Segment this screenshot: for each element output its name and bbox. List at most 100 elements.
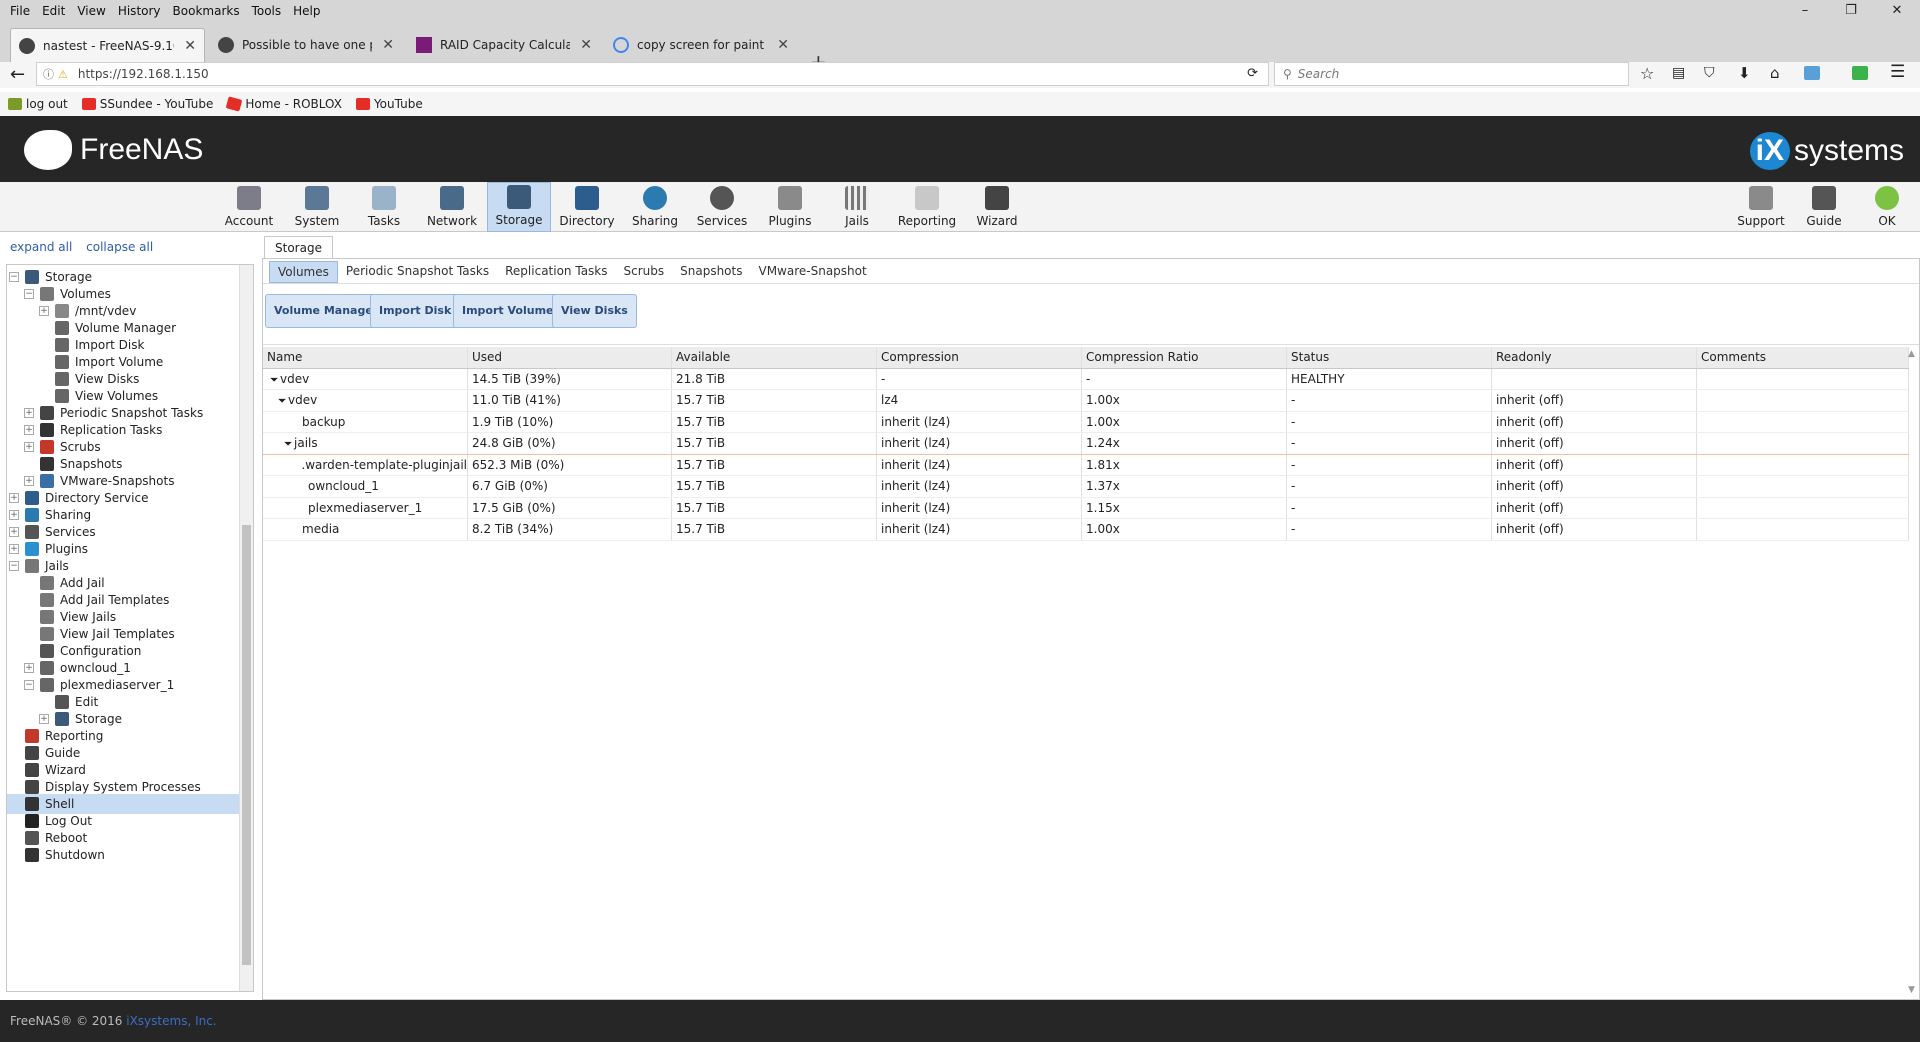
reading-list-icon[interactable]: ▤ (1672, 65, 1685, 81)
table-row[interactable]: backup 1.9 TiB (10%) 15.7 TiB inherit (lz4)… (263, 411, 1909, 433)
toolbar-tasks[interactable]: Tasks (353, 182, 415, 232)
expand-toggle-icon[interactable]: + (9, 493, 19, 503)
expand-toggle-icon[interactable]: + (24, 408, 34, 418)
menu-tools[interactable]: Tools (246, 4, 288, 18)
collapse-toggle-icon[interactable]: − (24, 680, 34, 690)
col-readonly-header[interactable]: Readonly (1492, 347, 1697, 368)
close-tab-icon[interactable]: ✕ (184, 38, 196, 54)
menu-view[interactable]: View (71, 4, 111, 18)
tree-item-shutdown[interactable]: Shutdown (7, 845, 242, 865)
pocket-icon[interactable]: ⛉ (1704, 65, 1715, 81)
col-status-header[interactable]: Status (1287, 347, 1492, 368)
import-volume-button[interactable]: Import Volume (453, 294, 563, 328)
browser-tab-pool[interactable]: Possible to have one pool... ✕ (210, 28, 402, 62)
toolbar-jails[interactable]: Jails (826, 182, 888, 232)
toolbar-reporting[interactable]: Reporting (896, 182, 958, 232)
toolbar-services[interactable]: Services (691, 182, 753, 232)
col-compression-ratio-header[interactable]: Compression Ratio (1082, 347, 1287, 368)
collapse-toggle-icon[interactable]: − (24, 289, 34, 299)
expand-toggle-icon[interactable]: + (24, 476, 34, 486)
close-tab-icon[interactable]: ✕ (777, 37, 789, 53)
home-icon[interactable]: ⌂ (1770, 64, 1780, 82)
expand-toggle-icon[interactable]: + (24, 442, 34, 452)
extension-icon[interactable] (1852, 66, 1868, 80)
table-row[interactable]: media 8.2 TiB (34%) 15.7 TiB inherit (lz4) 1… (263, 519, 1909, 541)
volume-manager-button[interactable]: Volume Manager (265, 294, 388, 328)
toolbar-directory[interactable]: Directory (556, 182, 618, 232)
toolbar-support[interactable]: Support (1730, 182, 1792, 232)
ixsystems-logo[interactable]: iX systems (1749, 132, 1904, 170)
bookmark-logout[interactable]: log out (8, 97, 68, 111)
expand-toggle-icon[interactable]: + (24, 425, 34, 435)
download-icon[interactable]: ⬇ (1738, 64, 1751, 82)
table-row[interactable]: ◢ vdev 11.0 TiB (41%) 15.7 TiB lz4 1.00x - inhe… (263, 390, 1909, 412)
tree-scrollbar[interactable] (239, 265, 253, 991)
table-row[interactable]: ◢ vdev 14.5 TiB (39%) 21.8 TiB - - HEALTHY (263, 368, 1909, 390)
close-window-button[interactable]: ✕ (1874, 0, 1920, 22)
col-name-header[interactable]: Name (263, 347, 468, 368)
toolbar-storage[interactable]: Storage (487, 182, 551, 232)
toolbar-ok[interactable]: OK (1856, 182, 1918, 232)
grid-scrollbar[interactable]: ▲ ▼ (1907, 347, 1919, 997)
tab-storage[interactable]: Storage (264, 236, 333, 258)
toolbar-account[interactable]: Account (218, 182, 280, 232)
toolbar-plugins[interactable]: Plugins (759, 182, 821, 232)
screenshot-icon[interactable] (1804, 66, 1820, 80)
menu-file[interactable]: File (4, 4, 36, 18)
expand-toggle-icon[interactable]: + (9, 527, 19, 537)
expand-toggle-icon[interactable]: + (39, 306, 49, 316)
reload-icon[interactable]: ⟳ (1247, 66, 1258, 81)
toolbar-guide[interactable]: Guide (1793, 182, 1855, 232)
scrollbar-thumb[interactable] (242, 525, 251, 965)
menu-bookmarks[interactable]: Bookmarks (167, 4, 246, 18)
browser-tab-google[interactable]: copy screen for paint - Go... ✕ (605, 28, 797, 62)
table-row[interactable]: .warden-template-pluginjail 652.3 MiB (0%… (263, 454, 1909, 476)
subtab-snapshots[interactable]: Snapshots (672, 261, 750, 283)
collapse-toggle-icon[interactable]: − (9, 561, 19, 571)
menu-edit[interactable]: Edit (36, 4, 71, 18)
scroll-up-icon[interactable]: ▲ (1908, 349, 1915, 359)
view-disks-button[interactable]: View Disks (552, 294, 637, 328)
toolbar-system[interactable]: System (286, 182, 348, 232)
expand-toggle-icon[interactable]: + (9, 544, 19, 554)
subtab-replication-tasks[interactable]: Replication Tasks (497, 261, 615, 283)
expand-toggle-icon[interactable]: + (39, 714, 49, 724)
col-used-header[interactable]: Used (468, 347, 672, 368)
search-field[interactable]: ⚲ Search (1274, 62, 1629, 86)
bookmark-ssundee[interactable]: SSundee - YouTube (81, 97, 213, 111)
info-icon[interactable]: ⓘ (43, 66, 54, 82)
hamburger-menu-icon[interactable]: ☰ (1890, 62, 1905, 82)
toolbar-sharing[interactable]: Sharing (624, 182, 686, 232)
collapse-toggle-icon[interactable]: − (9, 272, 19, 282)
bookmark-youtube[interactable]: YouTube (355, 97, 423, 111)
table-row[interactable]: ◢ jails 24.8 GiB (0%) 15.7 TiB inherit (lz4)… (263, 433, 1909, 455)
back-arrow-icon[interactable]: ← (10, 64, 25, 85)
expand-all-link[interactable]: expand all (10, 240, 72, 254)
menu-help[interactable]: Help (287, 4, 326, 18)
scroll-down-icon[interactable]: ▼ (1908, 985, 1915, 995)
close-tab-icon[interactable]: ✕ (382, 37, 394, 53)
col-compression-header[interactable]: Compression (877, 347, 1082, 368)
minimize-button[interactable]: – (1782, 0, 1828, 22)
table-row[interactable]: owncloud_1 6.7 GiB (0%) 15.7 TiB inherit (l… (263, 476, 1909, 498)
import-disk-button[interactable]: Import Disk (370, 294, 461, 328)
bookmark-roblox[interactable]: Home - ROBLOX (226, 96, 342, 112)
col-available-header[interactable]: Available (672, 347, 877, 368)
freenas-logo[interactable]: FreeNAS (24, 130, 203, 170)
browser-tab-raid[interactable]: RAID Capacity Calculator ... ✕ (408, 28, 600, 62)
expand-toggle-icon[interactable]: + (9, 510, 19, 520)
col-comments-header[interactable]: Comments (1697, 347, 1909, 368)
toolbar-wizard[interactable]: Wizard (966, 182, 1028, 232)
browser-tab-freenas[interactable]: nastest - FreeNAS-9.10.2-... ✕ (10, 28, 205, 62)
subtab-volumes[interactable]: Volumes (269, 261, 338, 283)
collapse-all-link[interactable]: collapse all (86, 240, 153, 254)
ixsystems-link[interactable]: iXsystems, Inc. (126, 1014, 216, 1028)
table-row[interactable]: plexmediaserver_1 17.5 GiB (0%) 15.7 TiB in… (263, 497, 1909, 519)
star-icon[interactable]: ☆ (1640, 64, 1654, 83)
subtab-scrubs[interactable]: Scrubs (616, 261, 673, 283)
subtab-vmware-snapshot[interactable]: VMware-Snapshot (750, 261, 874, 283)
subtab-periodic-snapshot-tasks[interactable]: Periodic Snapshot Tasks (338, 261, 497, 283)
close-tab-icon[interactable]: ✕ (580, 37, 592, 53)
restore-button[interactable]: ❐ (1828, 0, 1874, 22)
menu-history[interactable]: History (112, 4, 167, 18)
